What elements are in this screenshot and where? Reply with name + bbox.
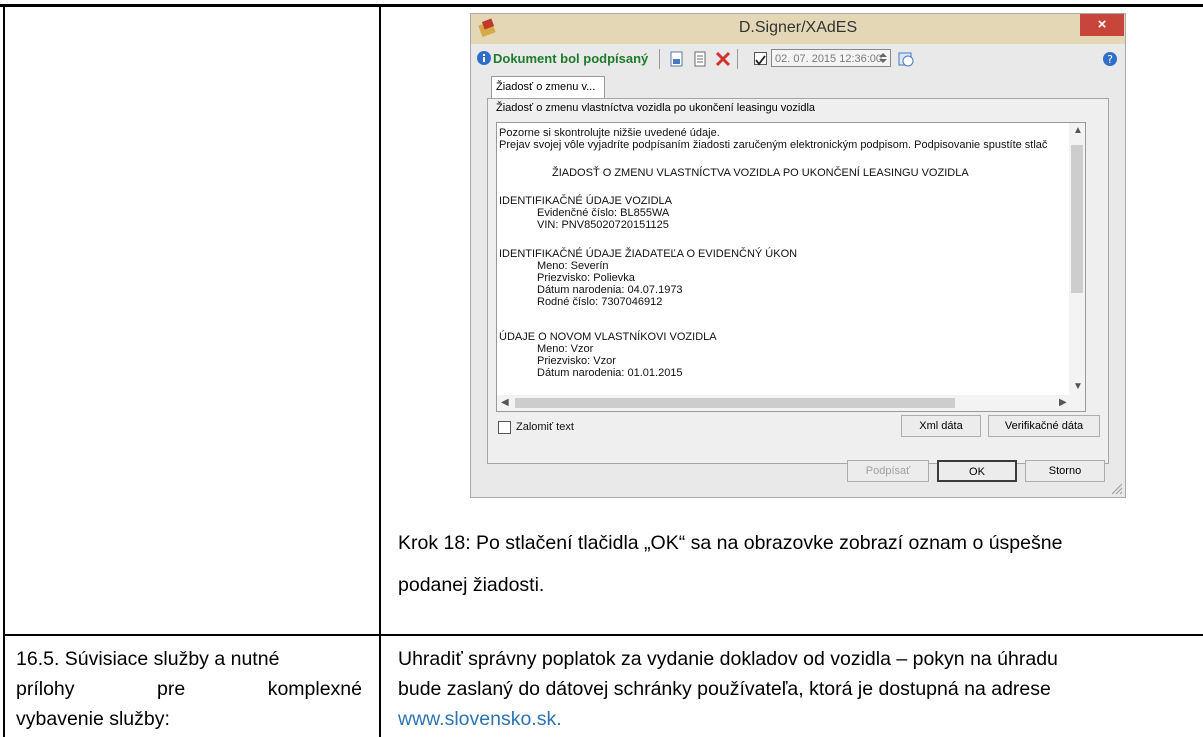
text-line: Priezvisko: Vzor: [537, 355, 616, 367]
text-line: Dátum narodenia: 04.07.1973: [537, 284, 683, 296]
document-text-area[interactable]: Pozorne si skontrolujte nižšie uvedené ú…: [496, 122, 1086, 412]
xml-data-button[interactable]: Xml dáta: [901, 415, 981, 437]
save-document-icon[interactable]: [668, 50, 686, 68]
text-line: Dátum narodenia: 01.01.2015: [537, 367, 683, 379]
text-line: Meno: Severín: [537, 260, 609, 272]
step-18-text-line-1: Krok 18: Po stlačení tlačidla „OK“ sa na…: [398, 532, 1063, 554]
help-icon[interactable]: ?: [1101, 50, 1119, 68]
dialog-title: D.Signer/XAdES: [738, 19, 858, 36]
resize-grip-icon[interactable]: [1109, 481, 1123, 495]
delete-icon[interactable]: [714, 50, 732, 68]
dialog-toolbar: Dokument bol podpísaný 02. 07. 2015 12:3…: [475, 46, 1121, 72]
slovensko-link[interactable]: www.slovensko.sk.: [398, 704, 562, 734]
text-line: Prejav svojej vôle vyjadríte podpísaním …: [499, 139, 1048, 151]
row-label-line-1: 16.5. Súvisiace služby a nutné: [16, 648, 280, 670]
toolbar-separator: [659, 49, 660, 69]
toolbar-separator: [737, 49, 738, 69]
vertical-scroll-thumb[interactable]: [1071, 145, 1083, 293]
text-line: IDENTIFIKAČNÉ ÚDAJE VOZIDLA: [499, 195, 672, 207]
close-button[interactable]: ×: [1080, 14, 1124, 36]
verification-data-button[interactable]: Verifikačné dáta: [988, 415, 1100, 437]
signer-dialog: D.Signer/XAdES × Dokument bol podpísaný: [470, 13, 1126, 498]
refresh-time-icon[interactable]: [897, 50, 915, 68]
row-label-line-3: vybavenie služby:: [16, 708, 170, 730]
text-line: Evidenčné číslo: BL855WA: [537, 207, 670, 219]
signed-status-label: Dokument bol podpísaný: [493, 51, 649, 66]
text-line: ÚDAJE O NOVOM VLASTNÍKOVI VOZIDLA: [499, 331, 717, 343]
row-label-line-2: prílohy pre komplexné: [16, 674, 362, 704]
row-value-line-1: Uhradiť správny poplatok za vydanie dokl…: [398, 648, 1058, 670]
row-value-line-2: bude zaslaný do dátovej schránky používa…: [398, 678, 1051, 700]
wrap-text-label: Zalomiť text: [516, 421, 574, 433]
ok-button[interactable]: OK: [937, 460, 1017, 482]
text-line: Meno: Vzor: [537, 343, 594, 355]
document-panel: Žiadosť o zmenu vlastníctva vozidla po u…: [487, 98, 1109, 464]
scroll-left-icon[interactable]: ◀: [501, 397, 509, 408]
row-label-word: pre: [157, 678, 186, 700]
scroll-right-icon[interactable]: ▶: [1059, 397, 1067, 408]
step-18-text-line-2: podanej žiadosti.: [398, 574, 545, 596]
row-label-word: prílohy: [16, 678, 75, 700]
spin-arrows-icon[interactable]: [877, 51, 889, 65]
timestamp-date-field[interactable]: 02. 07. 2015 12:36:00: [771, 49, 891, 67]
cancel-button[interactable]: Storno: [1025, 460, 1105, 482]
timestamp-checkbox[interactable]: [754, 52, 767, 66]
horizontal-scrollbar[interactable]: ◀ ▶: [497, 395, 1085, 411]
svg-text:?: ?: [1107, 53, 1113, 66]
panel-title: Žiadosť o zmenu vlastníctva vozidla po u…: [496, 102, 816, 114]
text-line: Pozorne si skontrolujte nižšie uvedené ú…: [499, 127, 720, 139]
text-line: IDENTIFIKAČNÉ ÚDAJE ŽIADATEĽA O EVIDENČN…: [499, 248, 798, 260]
sign-button[interactable]: Podpísať: [847, 460, 929, 482]
checkmark-icon: [755, 55, 766, 66]
vertical-scrollbar[interactable]: ▲ ▼: [1069, 123, 1085, 397]
table-row-divider: [3, 634, 1203, 636]
table-left-border: [3, 4, 5, 737]
tab-document[interactable]: Žiadosť o zmenu v...: [491, 76, 605, 98]
text-line: VIN: PNV85020720151125: [537, 219, 669, 231]
info-icon: [477, 51, 491, 65]
dialog-titlebar: D.Signer/XAdES ×: [471, 14, 1125, 44]
scroll-down-icon[interactable]: ▼: [1073, 381, 1083, 392]
text-line: Rodné číslo: 7307046912: [537, 296, 663, 308]
row-label-word: komplexné: [267, 678, 362, 700]
horizontal-scroll-thumb[interactable]: [515, 398, 955, 408]
text-line: ŽIADOSŤ O ZMENU VLASTNÍCTVA VOZIDLA PO U…: [552, 167, 969, 179]
view-document-icon[interactable]: [691, 50, 709, 68]
table-top-border: [0, 4, 1203, 7]
table-column-divider: [379, 4, 381, 737]
text-line: Priezvisko: Polievka: [537, 272, 635, 284]
wrap-text-checkbox[interactable]: [498, 421, 511, 434]
scroll-up-icon[interactable]: ▲: [1073, 125, 1083, 136]
timestamp-value: 02. 07. 2015 12:36:00: [775, 53, 883, 65]
